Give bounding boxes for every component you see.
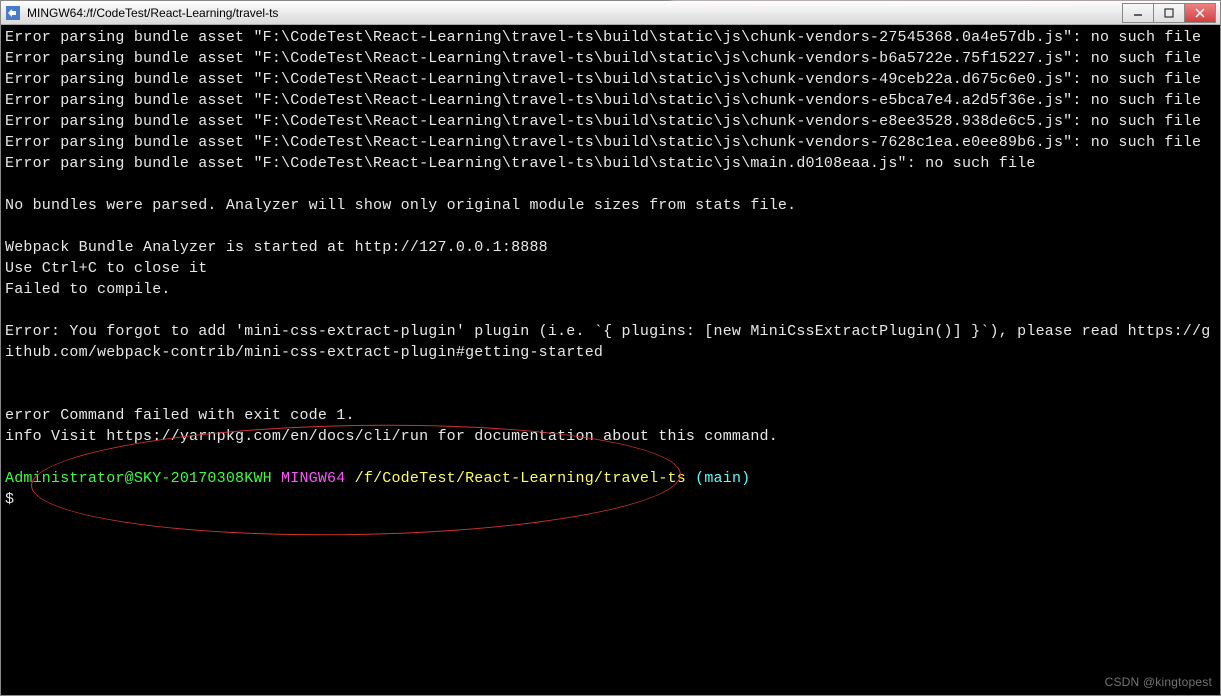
minimize-icon xyxy=(1133,8,1143,18)
failed-compile-line: Failed to compile. xyxy=(5,281,171,298)
close-icon xyxy=(1195,8,1205,18)
error-line: Error parsing bundle asset "F:\CodeTest\… xyxy=(5,134,1201,151)
ctrlc-line: Use Ctrl+C to close it xyxy=(5,260,207,277)
minimize-button[interactable] xyxy=(1122,3,1154,23)
window-controls xyxy=(1123,3,1216,23)
maximize-button[interactable] xyxy=(1153,3,1185,23)
error-line: Error parsing bundle asset "F:\CodeTest\… xyxy=(5,29,1201,46)
error-line: Error parsing bundle asset "F:\CodeTest\… xyxy=(5,113,1201,130)
forgot-plugin-line: Error: You forgot to add 'mini-css-extra… xyxy=(5,323,1210,361)
prompt-branch: (main) xyxy=(695,470,750,487)
window-frame: MINGW64:/f/CodeTest/React-Learning/trave… xyxy=(0,0,1221,696)
prompt-host: MINGW64 xyxy=(281,470,345,487)
analyzer-started-line: Webpack Bundle Analyzer is started at ht… xyxy=(5,239,548,256)
command-failed-line: error Command failed with exit code 1. xyxy=(5,407,355,424)
prompt-symbol: $ xyxy=(5,491,14,508)
error-line: Error parsing bundle asset "F:\CodeTest\… xyxy=(5,155,1036,172)
info-visit-line: info Visit https://yarnpkg.com/en/docs/c… xyxy=(5,428,778,445)
error-line: Error parsing bundle asset "F:\CodeTest\… xyxy=(5,92,1201,109)
maximize-icon xyxy=(1164,8,1174,18)
error-line: Error parsing bundle asset "F:\CodeTest\… xyxy=(5,71,1201,88)
prompt-user: Administrator@SKY-20170308KWH xyxy=(5,470,272,487)
error-line: Error parsing bundle asset "F:\CodeTest\… xyxy=(5,50,1201,67)
window-title: MINGW64:/f/CodeTest/React-Learning/trave… xyxy=(27,6,1123,20)
prompt-path: /f/CodeTest/React-Learning/travel-ts xyxy=(355,470,686,487)
app-icon xyxy=(5,5,21,21)
titlebar[interactable]: MINGW64:/f/CodeTest/React-Learning/trave… xyxy=(1,1,1220,25)
close-button[interactable] xyxy=(1184,3,1216,23)
no-bundles-line: No bundles were parsed. Analyzer will sh… xyxy=(5,197,796,214)
terminal-output[interactable]: Error parsing bundle asset "F:\CodeTest\… xyxy=(1,25,1220,695)
watermark: CSDN @kingtopest xyxy=(1105,674,1212,691)
